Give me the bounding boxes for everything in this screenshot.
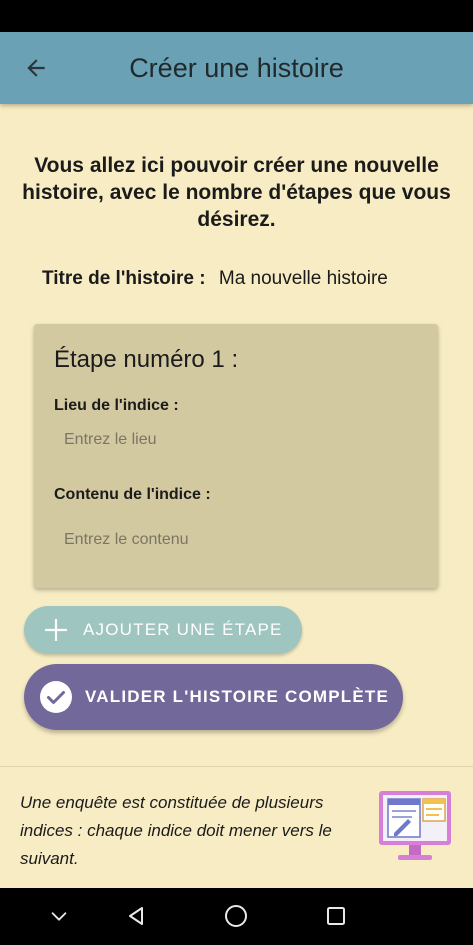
nav-home-button[interactable] — [223, 903, 249, 929]
validate-story-button[interactable]: VALIDER L'HISTOIRE COMPLÈTE — [24, 664, 403, 730]
home-circle-icon — [225, 905, 247, 927]
add-step-label: AJOUTER UNE ÉTAPE — [83, 620, 283, 639]
step-title: Étape numéro 1 : — [54, 346, 239, 373]
nav-back-button[interactable] — [123, 903, 149, 929]
footer-hint: Une enquête est constituée de plusieurs … — [0, 766, 473, 888]
nav-collapse-button[interactable] — [46, 903, 72, 929]
status-bar — [0, 0, 473, 32]
story-title-label: Titre de l'histoire : — [42, 268, 206, 289]
add-step-button[interactable]: AJOUTER UNE ÉTAPE — [24, 606, 302, 654]
intro-text: Vous allez ici pouvoir créer une nouvell… — [22, 154, 451, 231]
location-label: Lieu de l'indice : — [54, 397, 179, 414]
location-input[interactable] — [54, 424, 414, 456]
nav-recents-button[interactable] — [323, 903, 349, 929]
story-title-row: Titre de l'histoire : Ma nouvelle histoi… — [42, 268, 388, 290]
main-content: Vous allez ici pouvoir créer une nouvell… — [0, 104, 473, 888]
monitor-document-illustration — [376, 789, 454, 865]
plus-icon — [42, 616, 70, 644]
app-bar: Créer une histoire — [0, 32, 473, 104]
story-title-value[interactable]: Ma nouvelle histoire — [219, 268, 388, 289]
back-triangle-icon — [129, 907, 143, 925]
step-card: Étape numéro 1 : Lieu de l'indice : Cont… — [34, 324, 438, 588]
check-circle-icon — [39, 680, 73, 714]
validate-story-label: VALIDER L'HISTOIRE COMPLÈTE — [85, 687, 390, 706]
page-title: Créer une histoire — [129, 53, 344, 83]
footer-text: Une enquête est constituée de plusieurs … — [20, 793, 332, 868]
content-input[interactable] — [54, 524, 414, 556]
recents-square-icon — [327, 907, 345, 925]
chevron-down-icon — [51, 912, 67, 921]
content-label: Contenu de l'indice : — [54, 486, 211, 503]
system-nav-bar — [0, 888, 473, 945]
